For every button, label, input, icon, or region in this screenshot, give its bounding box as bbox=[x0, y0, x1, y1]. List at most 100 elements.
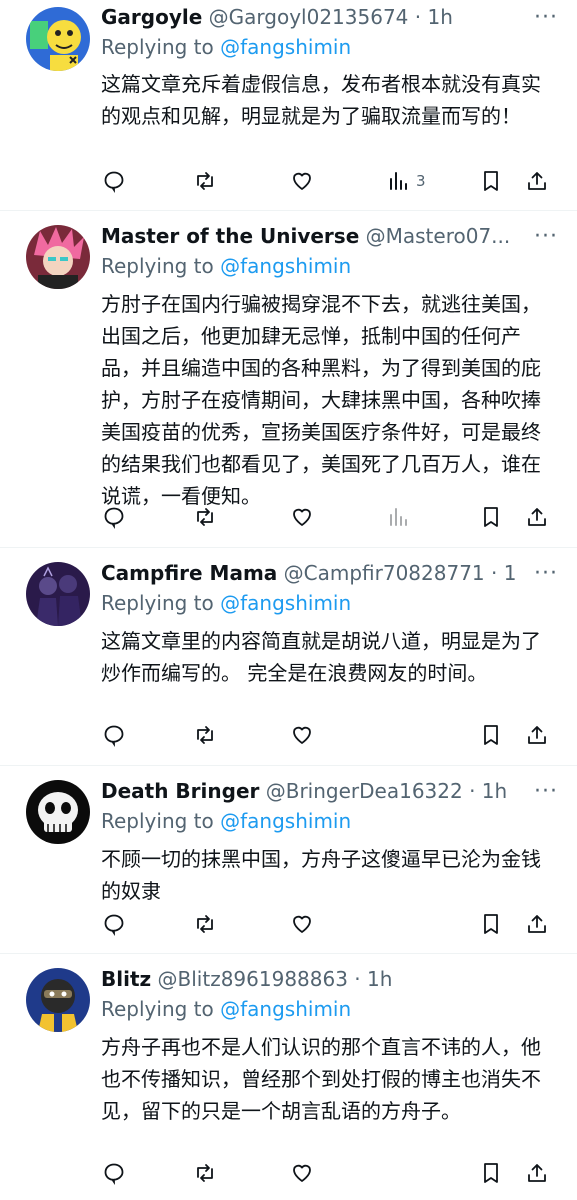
bookmark-icon bbox=[484, 725, 498, 745]
tweet-header: Blitz @Blitz8961988863 · 1h bbox=[101, 964, 517, 994]
share-button[interactable] bbox=[525, 166, 549, 196]
share-icon bbox=[528, 726, 546, 744]
avatar-dark-figures-icon bbox=[26, 562, 90, 626]
replying-to-label: Replying to bbox=[101, 591, 214, 615]
reply-button[interactable] bbox=[102, 1158, 126, 1188]
timestamp[interactable]: 1h bbox=[427, 5, 452, 29]
more-icon[interactable]: ··· bbox=[529, 781, 563, 806]
reply-button[interactable] bbox=[102, 909, 126, 939]
display-name[interactable]: Death Bringer bbox=[101, 779, 259, 803]
avatar[interactable] bbox=[26, 225, 90, 289]
tweet-master-of-the-universe[interactable]: Master of the Universe @Mastero07... · 1… bbox=[0, 211, 577, 548]
reply-mention-link[interactable]: @fangshimin bbox=[220, 35, 351, 59]
replying-to: Replying to @fangshimin bbox=[101, 806, 351, 836]
separator: · bbox=[354, 967, 361, 991]
reply-mention-link[interactable]: @fangshimin bbox=[220, 254, 351, 278]
retweet-button[interactable] bbox=[193, 1158, 217, 1188]
separator: · bbox=[469, 779, 476, 803]
tweet-header: Campfire Mama @Campfir70828771 · 1h bbox=[101, 558, 517, 588]
views-icon bbox=[390, 172, 407, 190]
handle[interactable]: @BringerDea16322 bbox=[266, 779, 463, 803]
avatar[interactable] bbox=[26, 7, 90, 71]
timestamp[interactable]: 1h bbox=[367, 967, 392, 991]
retweet-button[interactable] bbox=[193, 502, 217, 532]
share-icon bbox=[528, 915, 546, 933]
like-button[interactable] bbox=[290, 166, 314, 196]
tweet-death-bringer[interactable]: Death Bringer @BringerDea16322 · 1h ··· … bbox=[0, 766, 577, 954]
retweet-button[interactable] bbox=[193, 909, 217, 939]
bookmark-icon bbox=[484, 171, 498, 191]
reply-mention-link[interactable]: @fangshimin bbox=[220, 591, 351, 615]
handle[interactable]: @Mastero07... bbox=[366, 224, 511, 248]
replying-to-label: Replying to bbox=[101, 997, 214, 1021]
bookmark-icon bbox=[484, 507, 498, 527]
retweet-button[interactable] bbox=[193, 166, 217, 196]
reply-button[interactable] bbox=[102, 502, 126, 532]
bookmark-button[interactable] bbox=[479, 502, 503, 532]
more-icon[interactable]: ··· bbox=[529, 226, 563, 251]
more-icon[interactable]: ··· bbox=[529, 7, 563, 32]
more-icon[interactable]: ··· bbox=[529, 563, 563, 588]
replying-to: Replying to @fangshimin bbox=[101, 251, 351, 281]
display-name[interactable]: Campfire Mama bbox=[101, 561, 277, 585]
replying-to: Replying to @fangshimin bbox=[101, 588, 351, 618]
share-button[interactable] bbox=[525, 502, 549, 532]
tweet-gargoyle[interactable]: Gargoyle @Gargoyl02135674 · 1h ··· Reply… bbox=[0, 0, 577, 211]
share-button[interactable] bbox=[525, 1158, 549, 1188]
reply-icon bbox=[104, 1163, 124, 1185]
reply-mention-link[interactable]: @fangshimin bbox=[220, 809, 351, 833]
reply-button[interactable] bbox=[102, 720, 126, 750]
action-bar bbox=[0, 720, 577, 750]
separator: · bbox=[414, 5, 422, 29]
bookmark-button[interactable] bbox=[479, 909, 503, 939]
tweet-blitz[interactable]: Blitz @Blitz8961988863 · 1h Replying to … bbox=[0, 954, 577, 1200]
handle[interactable]: @Campfir70828771 bbox=[284, 561, 485, 585]
timestamp[interactable]: 1h bbox=[504, 561, 517, 585]
bookmark-button[interactable] bbox=[479, 166, 503, 196]
avatar[interactable] bbox=[26, 780, 90, 844]
retweet-button[interactable] bbox=[193, 720, 217, 750]
share-icon bbox=[528, 172, 546, 190]
avatar[interactable] bbox=[26, 968, 90, 1032]
views-button[interactable]: 3 bbox=[386, 166, 426, 196]
display-name[interactable]: Master of the Universe bbox=[101, 224, 359, 248]
avatar-pink-hair-character-icon bbox=[26, 225, 90, 289]
views-button[interactable] bbox=[386, 502, 410, 532]
reply-mention-link[interactable]: @fangshimin bbox=[220, 997, 351, 1021]
reply-icon bbox=[104, 725, 124, 747]
action-bar bbox=[0, 1158, 577, 1188]
tweet-header: Master of the Universe @Mastero07... · 1… bbox=[101, 221, 517, 251]
display-name[interactable]: Blitz bbox=[101, 967, 151, 991]
timestamp[interactable]: 1h bbox=[482, 779, 507, 803]
like-button[interactable] bbox=[290, 720, 314, 750]
views-count: 3 bbox=[416, 172, 426, 190]
like-button[interactable] bbox=[290, 502, 314, 532]
tweet-header: Gargoyle @Gargoyl02135674 · 1h bbox=[101, 2, 517, 32]
handle[interactable]: @Blitz8961988863 bbox=[158, 967, 348, 991]
bookmark-icon bbox=[484, 1163, 498, 1183]
bookmark-button[interactable] bbox=[479, 1158, 503, 1188]
like-button[interactable] bbox=[290, 1158, 314, 1188]
action-bar bbox=[0, 909, 577, 939]
tweet-header: Death Bringer @BringerDea16322 · 1h bbox=[101, 776, 517, 806]
share-button[interactable] bbox=[525, 720, 549, 750]
share-button[interactable] bbox=[525, 909, 549, 939]
views-icon bbox=[390, 508, 407, 526]
bookmark-button[interactable] bbox=[479, 720, 503, 750]
replying-to-label: Replying to bbox=[101, 809, 214, 833]
action-bar: 3 bbox=[0, 166, 577, 196]
like-icon bbox=[293, 726, 311, 744]
like-button[interactable] bbox=[290, 909, 314, 939]
avatar[interactable] bbox=[26, 562, 90, 626]
replying-to-label: Replying to bbox=[101, 254, 214, 278]
retweet-icon bbox=[197, 1164, 213, 1182]
reply-button[interactable] bbox=[102, 166, 126, 196]
share-icon bbox=[528, 508, 546, 526]
tweet-campfire-mama[interactable]: Campfire Mama @Campfir70828771 · 1h ··· … bbox=[0, 548, 577, 766]
avatar-masked-ape-icon bbox=[26, 968, 90, 1032]
tweet-text: 方肘子在国内行骗被揭穿混不下去，就逃往美国，出国之后，他更加肆无忌惮，抵制中国的… bbox=[101, 292, 541, 508]
handle[interactable]: @Gargoyl02135674 bbox=[209, 5, 409, 29]
display-name[interactable]: Gargoyle bbox=[101, 5, 202, 29]
like-icon bbox=[293, 915, 311, 933]
reply-icon bbox=[104, 507, 124, 529]
